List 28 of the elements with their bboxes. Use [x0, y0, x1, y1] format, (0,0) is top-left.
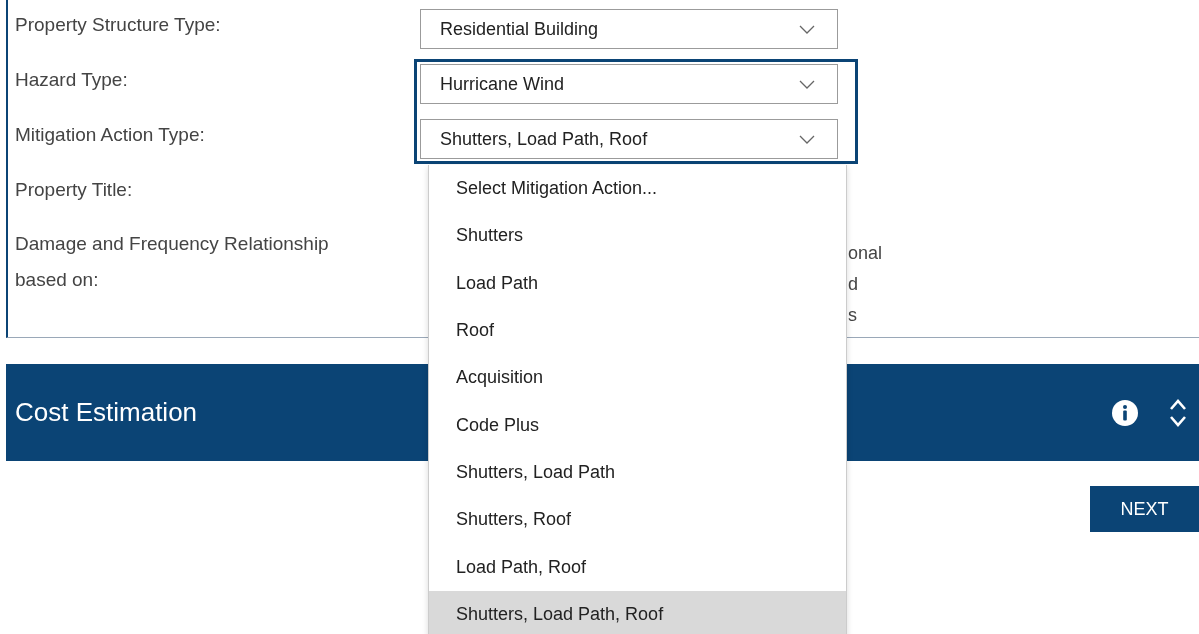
info-icon[interactable] — [1111, 398, 1139, 427]
field-label: Property Title: — [14, 178, 134, 202]
field-label: Property Structure Type: — [14, 13, 222, 37]
chevron-down-icon — [799, 79, 815, 89]
dropdown-option[interactable]: Shutters, Load Path, Roof — [429, 590, 846, 634]
dropdown-option[interactable]: Code Plus — [429, 401, 846, 449]
dropdown-option[interactable]: Shutters — [429, 212, 846, 260]
field-label: Hazard Type: — [14, 68, 129, 92]
option-label: onal — [848, 242, 884, 265]
dropdown-select[interactable]: Residential Building — [420, 9, 838, 49]
dropdown-option[interactable]: Load Path, Roof — [429, 543, 846, 591]
dropdown-option[interactable]: Roof — [429, 306, 846, 355]
next-button[interactable]: NEXT — [1090, 486, 1199, 532]
expand-collapse-icon[interactable] — [1169, 397, 1187, 428]
dropdown-option[interactable]: Select Mitigation Action... — [429, 165, 846, 213]
section-title: Cost Estimation — [15, 397, 198, 428]
chevron-down-icon — [799, 134, 815, 144]
dropdown-select[interactable]: Shutters, Load Path, Roof — [420, 119, 838, 159]
dropdown-option[interactable]: Load Path — [429, 259, 846, 307]
dropdown-option[interactable]: Shutters, Roof — [429, 496, 846, 544]
chevron-down-icon — [799, 24, 815, 34]
field-label: Mitigation Action Type: — [14, 123, 206, 147]
dropdown-select[interactable]: Hurricane Wind — [420, 64, 838, 104]
dropdown-option[interactable]: Shutters, Load Path — [429, 448, 846, 497]
option-label: s — [848, 304, 858, 327]
field-label: Damage and Frequency Relationship based on: — [14, 232, 330, 292]
dropdown-option[interactable]: Acquisition — [429, 354, 846, 402]
option-label: d — [848, 273, 859, 296]
